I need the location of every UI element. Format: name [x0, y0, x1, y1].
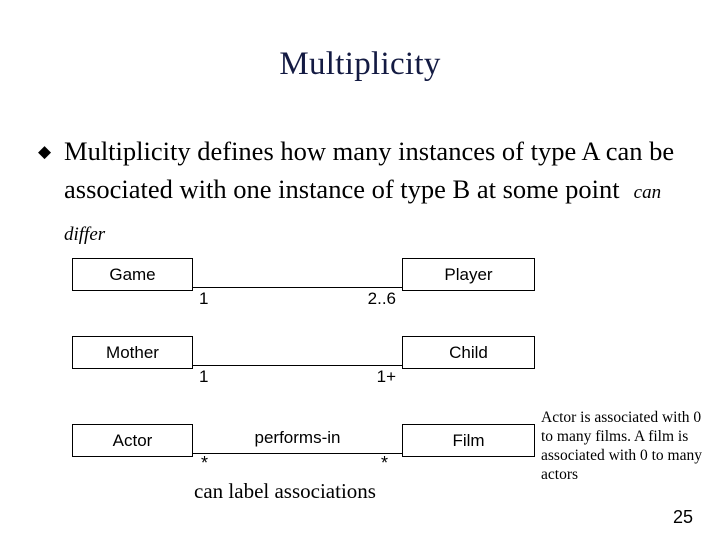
- class-box-player: Player: [402, 258, 535, 291]
- association-row-mother-child: Mother 1 1+ Child: [0, 334, 720, 394]
- class-box-film: Film: [402, 424, 535, 457]
- association-line: [193, 287, 402, 288]
- class-box-child: Child: [402, 336, 535, 369]
- multiplicity-right-player: 2..6: [367, 289, 396, 308]
- multiplicity-left-actor: *: [201, 453, 209, 473]
- class-box-mother: Mother: [72, 336, 193, 369]
- side-annotation: Actor is associated with 0 to many films…: [541, 409, 702, 483]
- multiplicity-right-film: *: [381, 453, 389, 473]
- association-line: [193, 453, 402, 454]
- multiplicity-right-child: 1+: [376, 367, 396, 386]
- association-label-performs-in: performs-in: [254, 428, 341, 447]
- association-line: [193, 365, 402, 366]
- class-box-game: Game: [72, 258, 193, 291]
- association-row-game-player: Game 1 2..6 Player: [0, 256, 720, 316]
- class-box-actor: Actor: [72, 424, 193, 457]
- diagram-caption: can label associations: [194, 479, 376, 503]
- page-number: 25: [672, 507, 693, 527]
- multiplicity-left-mother: 1: [199, 367, 209, 386]
- multiplicity-left-game: 1: [199, 289, 209, 308]
